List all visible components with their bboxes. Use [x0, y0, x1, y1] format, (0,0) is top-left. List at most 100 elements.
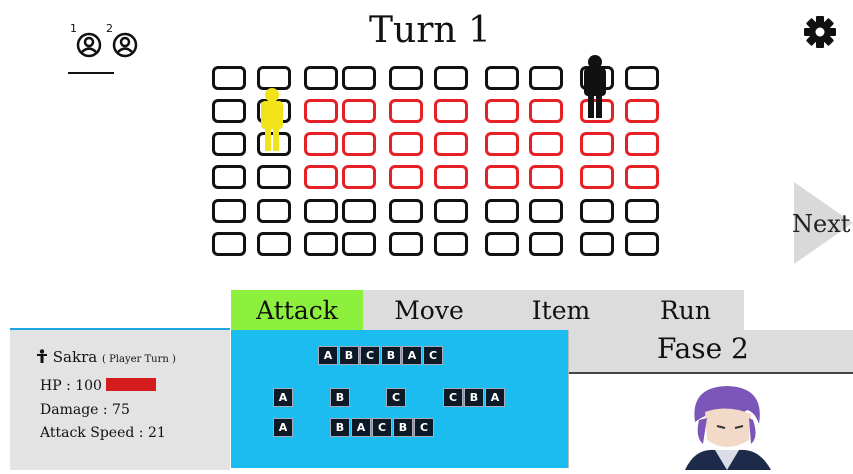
board-cell[interactable]	[212, 199, 246, 223]
game-board	[212, 55, 662, 258]
character-portrait	[655, 382, 805, 470]
user-circle-icon	[76, 32, 102, 58]
board-cell[interactable]	[389, 199, 423, 223]
board-cell[interactable]	[304, 199, 338, 223]
character-name-row: Sakra ( Player Turn )	[36, 348, 176, 366]
board-cell[interactable]	[389, 99, 423, 123]
board-cell[interactable]	[485, 165, 519, 189]
next-label: Next	[792, 210, 851, 238]
skill-key-c: C	[360, 346, 380, 365]
board-cell[interactable]	[212, 99, 246, 123]
phase-header: Fase 2	[569, 330, 853, 374]
board-cell[interactable]	[580, 165, 614, 189]
board-cell[interactable]	[342, 199, 376, 223]
board-cell[interactable]	[625, 99, 659, 123]
board-cell[interactable]	[342, 232, 376, 256]
board-cell[interactable]	[389, 232, 423, 256]
board-cell[interactable]	[529, 232, 563, 256]
board-cell[interactable]	[257, 165, 291, 189]
player-1-avatar[interactable]: 1	[70, 22, 102, 62]
hp-value: HP : 100	[40, 378, 102, 394]
enemy-unit[interactable]	[582, 54, 608, 120]
board-cell[interactable]	[304, 99, 338, 123]
board-cell[interactable]	[434, 165, 468, 189]
board-cell[interactable]	[257, 232, 291, 256]
skill-key-c: C	[423, 346, 443, 365]
skill-combo-panel: ABCBACABCCBAABACBC	[231, 330, 568, 468]
skill-key-b: B	[381, 346, 401, 365]
board-cell[interactable]	[485, 199, 519, 223]
damage-value: Damage : 75	[40, 402, 130, 418]
board-cell[interactable]	[529, 99, 563, 123]
active-player-underline	[68, 72, 114, 74]
board-cell[interactable]	[342, 66, 376, 90]
skill-key-b: B	[464, 388, 484, 407]
player-unit[interactable]	[259, 87, 285, 153]
board-cell[interactable]	[304, 132, 338, 156]
warrior-icon	[37, 349, 47, 363]
board-cell[interactable]	[304, 66, 338, 90]
skill-key-b: B	[393, 418, 413, 437]
board-cell[interactable]	[257, 199, 291, 223]
skill-key-a: A	[273, 418, 293, 437]
tab-attack[interactable]: Attack	[231, 290, 363, 330]
board-cell[interactable]	[434, 66, 468, 90]
board-cell[interactable]	[529, 199, 563, 223]
character-stats-panel: Sakra ( Player Turn ) HP : 100 Damage : …	[10, 328, 230, 470]
board-cell[interactable]	[304, 232, 338, 256]
board-cell[interactable]	[625, 199, 659, 223]
hp-bar	[106, 378, 156, 391]
tab-move[interactable]: Move	[363, 290, 495, 330]
player-2-avatar[interactable]: 2	[106, 22, 138, 62]
board-cell[interactable]	[212, 132, 246, 156]
board-cell[interactable]	[342, 165, 376, 189]
board-cell[interactable]	[434, 232, 468, 256]
board-cell[interactable]	[434, 199, 468, 223]
skill-key-b: B	[339, 346, 359, 365]
skill-key-a: A	[351, 418, 371, 437]
skill-key-a: A	[318, 346, 338, 365]
skill-key-b: B	[330, 388, 350, 407]
board-cell[interactable]	[212, 232, 246, 256]
gear-icon	[804, 16, 836, 48]
phase-panel: Fase 2	[568, 330, 853, 470]
skill-key-a: A	[485, 388, 505, 407]
board-cell[interactable]	[389, 132, 423, 156]
players-indicator: 1 2	[62, 18, 162, 78]
board-cell[interactable]	[485, 232, 519, 256]
board-cell[interactable]	[389, 165, 423, 189]
skill-key-c: C	[372, 418, 392, 437]
board-cell[interactable]	[434, 132, 468, 156]
board-cell[interactable]	[389, 66, 423, 90]
settings-button[interactable]	[800, 12, 840, 52]
user-circle-icon	[112, 32, 138, 58]
board-cell[interactable]	[485, 99, 519, 123]
board-cell[interactable]	[580, 199, 614, 223]
board-cell[interactable]	[304, 165, 338, 189]
board-cell[interactable]	[529, 132, 563, 156]
board-cell[interactable]	[485, 66, 519, 90]
board-cell[interactable]	[212, 165, 246, 189]
board-cell[interactable]	[212, 66, 246, 90]
player-1-number: 1	[70, 22, 77, 35]
board-cell[interactable]	[529, 165, 563, 189]
next-button[interactable]: Next	[790, 182, 853, 264]
tab-run[interactable]: Run	[627, 290, 744, 330]
board-cell[interactable]	[580, 132, 614, 156]
board-cell[interactable]	[529, 66, 563, 90]
board-cell[interactable]	[485, 132, 519, 156]
board-cell[interactable]	[342, 132, 376, 156]
skill-key-a: A	[402, 346, 422, 365]
board-cell[interactable]	[625, 66, 659, 90]
board-cell[interactable]	[342, 99, 376, 123]
skill-key-a: A	[273, 388, 293, 407]
board-cell[interactable]	[625, 132, 659, 156]
board-cell[interactable]	[434, 99, 468, 123]
board-cell[interactable]	[580, 232, 614, 256]
board-cell[interactable]	[625, 232, 659, 256]
player-2-number: 2	[106, 22, 113, 35]
tab-item[interactable]: Item	[495, 290, 627, 330]
board-cell[interactable]	[625, 165, 659, 189]
skill-key-c: C	[443, 388, 463, 407]
turn-title: Turn 1	[369, 10, 491, 51]
